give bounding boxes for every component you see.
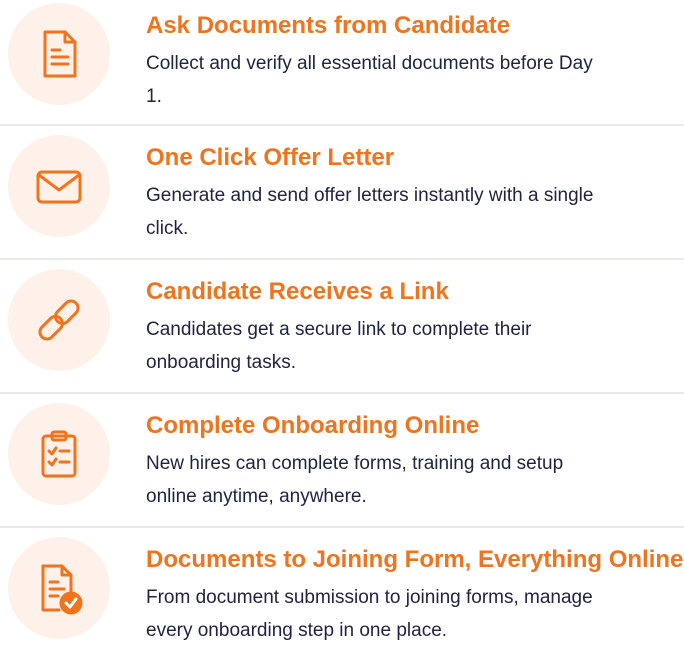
- feature-list: Ask Documents from Candidate Collect and…: [0, 0, 684, 650]
- document-check-icon: [8, 537, 110, 639]
- feature-item-offer-letter: One Click Offer Letter Generate and send…: [0, 128, 684, 262]
- feature-title: Ask Documents from Candidate: [146, 12, 511, 39]
- feature-title: Candidate Receives a Link: [146, 278, 449, 305]
- divider: [0, 526, 684, 528]
- feature-description: Collect and verify all essential documen…: [146, 53, 593, 107]
- feature-description: New hires can complete forms, training a…: [146, 453, 564, 507]
- divider: [0, 124, 684, 126]
- feature-title: One Click Offer Letter: [146, 144, 395, 171]
- feature-description: From document submission to joining form…: [146, 587, 593, 641]
- divider: [0, 258, 684, 260]
- envelope-icon: [8, 135, 110, 237]
- link-icon: [8, 269, 110, 371]
- feature-item-ask-documents: Ask Documents from Candidate Collect and…: [0, 0, 684, 130]
- clipboard-checklist-icon: [8, 403, 110, 505]
- divider: [0, 392, 684, 394]
- document-icon: [8, 3, 110, 105]
- feature-item-joining-form: Documents to Joining Form, Everything On…: [0, 530, 684, 664]
- feature-description: Candidates get a secure link to complete…: [146, 319, 532, 373]
- feature-title: Complete Onboarding Online: [146, 412, 480, 439]
- feature-title: Documents to Joining Form, Everything On…: [146, 546, 684, 573]
- feature-item-candidate-link: Candidate Receives a Link Candidates get…: [0, 262, 684, 396]
- feature-item-complete-onboarding: Complete Onboarding Online New hires can…: [0, 396, 684, 530]
- feature-description: Generate and send offer letters instantl…: [146, 185, 594, 239]
